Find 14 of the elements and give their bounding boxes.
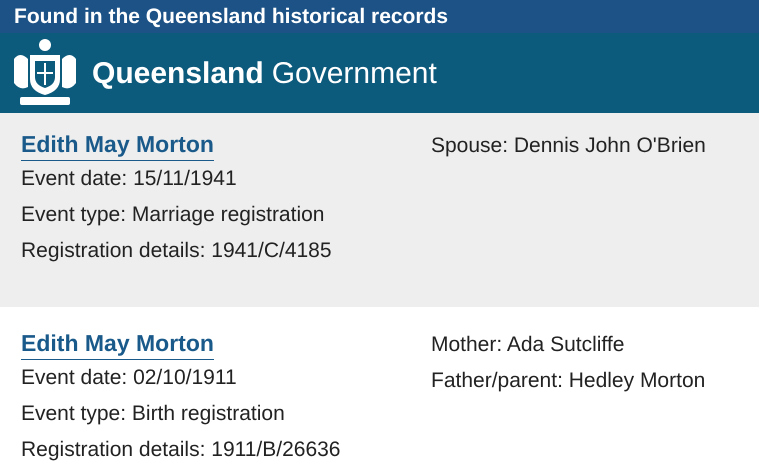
record-detail: Event date: 02/10/1911 (21, 365, 237, 391)
relation-text: Mother: Ada Sutcliffe (431, 332, 624, 358)
record-name-link[interactable]: Edith May Morton (21, 327, 214, 360)
record-detail: Event type: Birth registration (21, 401, 285, 427)
record-name-link[interactable]: Edith May Morton (21, 128, 214, 161)
relation-text: Father/parent: Hedley Morton (431, 368, 706, 394)
record-detail: Event type: Marriage registration (21, 202, 324, 228)
record-detail: Event date: 15/11/1941 (21, 166, 237, 192)
record-detail: Registration details: 1941/C/4185 (21, 238, 332, 264)
brand-name-suffix: Government (272, 56, 437, 92)
brand-name: Queensland (92, 56, 264, 92)
banner-title: Found in the Queensland historical records (14, 4, 448, 30)
relation-text: Spouse: Dennis John O'Brien (431, 133, 706, 159)
record-detail: Registration details: 1911/B/26636 (21, 437, 340, 463)
